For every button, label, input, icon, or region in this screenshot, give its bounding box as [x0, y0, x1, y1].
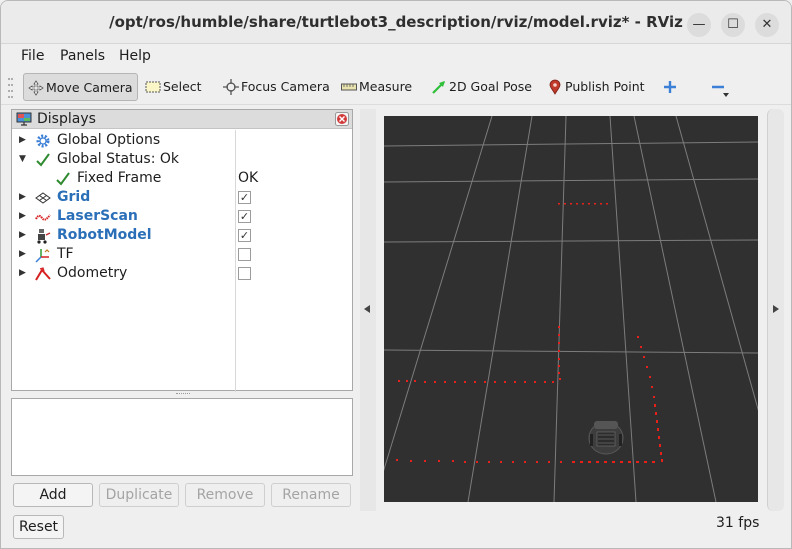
check-icon	[36, 153, 50, 167]
plus-icon	[664, 80, 676, 93]
displays-panel-title: Displays	[37, 111, 96, 127]
close-button[interactable]: ✕	[755, 13, 779, 37]
collapse-left-arrow-icon[interactable]	[364, 305, 370, 313]
odometry-icon	[35, 267, 51, 281]
select-icon	[145, 81, 161, 92]
remove-button[interactable]: Remove	[185, 483, 265, 507]
remove-tool-button[interactable]	[706, 73, 732, 101]
tree-item-label: Grid	[57, 189, 91, 205]
tool-label: Focus Camera	[241, 79, 330, 94]
add-button[interactable]: Add	[13, 483, 93, 507]
grid-enable-checkbox[interactable]: ✓	[238, 191, 251, 204]
left-dock-splitter[interactable]	[360, 109, 376, 511]
menu-panels[interactable]: Panels	[60, 48, 105, 64]
tree-item-label: LaserScan	[57, 208, 138, 224]
robotmodel-enable-checkbox[interactable]: ✓	[238, 229, 251, 242]
chevron-down-icon	[723, 93, 729, 97]
minimize-button[interactable]: —	[687, 13, 711, 37]
toolbar-grip-icon	[8, 78, 13, 98]
laser-segment-far	[558, 203, 608, 205]
robot-model-icon	[37, 229, 51, 244]
tree-item-laserscan[interactable]: ▶ LaserScan ✓	[12, 207, 352, 226]
tree-item-label: Global Options	[57, 132, 161, 148]
tool-select[interactable]: Select	[141, 73, 206, 101]
collapse-arrow-icon[interactable]: ▼	[19, 150, 29, 169]
add-tool-button[interactable]	[658, 73, 684, 101]
expand-arrow-icon[interactable]: ▶	[19, 188, 29, 207]
gear-icon	[36, 134, 50, 148]
focus-camera-icon	[223, 78, 239, 95]
goal-pose-icon	[432, 80, 445, 94]
laser-segment-inner-floor	[398, 380, 554, 383]
tool-move-camera[interactable]: Move Camera	[23, 73, 138, 101]
tree-item-label: Odometry	[57, 265, 128, 281]
tree-item-robotmodel[interactable]: ▶ RobotModel ✓	[12, 226, 352, 245]
tool-label: 2D Goal Pose	[449, 79, 532, 94]
tool-label: Select	[163, 79, 202, 94]
odometry-enable-checkbox[interactable]	[238, 267, 251, 280]
laser-segment-near-wall	[396, 459, 655, 463]
property-description-area	[11, 398, 353, 476]
laser-segment-right-wall	[637, 336, 663, 462]
right-dock-splitter[interactable]	[767, 109, 784, 511]
move-camera-icon	[28, 79, 44, 96]
expand-arrow-icon[interactable]: ▶	[19, 131, 29, 150]
fixed-frame-status-value: OK	[238, 170, 259, 186]
monitor-icon	[16, 112, 32, 126]
tree-item-odometry[interactable]: ▶ Odometry	[12, 264, 352, 283]
tool-focus-camera[interactable]: Focus Camera	[219, 73, 334, 101]
laser-scan-icon	[35, 214, 51, 221]
title-bar: /opt/ros/humble/share/turtlebot3_descrip…	[1, 1, 791, 44]
tool-label: Publish Point	[565, 79, 645, 94]
viewport-scene	[373, 115, 785, 503]
tool-bar: Move Camera Select Focus Camera Measure …	[1, 69, 791, 105]
close-panel-button[interactable]	[335, 112, 349, 126]
check-icon	[56, 172, 70, 186]
tree-item-label: RobotModel	[57, 227, 152, 243]
tree-item-label: Fixed Frame	[77, 170, 162, 186]
collapse-right-arrow-icon[interactable]	[773, 305, 779, 313]
expand-arrow-icon[interactable]: ▶	[19, 207, 29, 226]
tf-icon	[35, 249, 50, 263]
tool-publish-point[interactable]: Publish Point	[543, 73, 649, 101]
tree-item-global-status[interactable]: ▼ Global Status: Ok	[12, 150, 352, 169]
tree-item-global-options[interactable]: ▶ Global Options	[12, 131, 352, 150]
tool-label: Measure	[359, 79, 413, 94]
measure-icon	[341, 83, 357, 90]
grid-icon	[35, 192, 51, 204]
tree-item-fixed-frame[interactable]: Fixed Frame OK	[12, 169, 352, 188]
tool-2d-goal-pose[interactable]: 2D Goal Pose	[427, 73, 536, 101]
duplicate-button[interactable]: Duplicate	[99, 483, 179, 507]
reset-button[interactable]: Reset	[13, 515, 64, 539]
displays-tree: ▶ Global Options ▼ Global Status: Ok Fix…	[12, 130, 352, 390]
expand-arrow-icon[interactable]: ▶	[19, 226, 29, 245]
expand-arrow-icon[interactable]: ▶	[19, 245, 29, 264]
tool-measure[interactable]: Measure	[337, 73, 416, 101]
menu-file[interactable]: File	[21, 48, 44, 64]
fps-counter: 31 fps	[716, 515, 760, 531]
laserscan-enable-checkbox[interactable]: ✓	[238, 210, 251, 223]
tree-item-grid[interactable]: ▶ Grid ✓	[12, 188, 352, 207]
render-viewport[interactable]	[373, 115, 785, 503]
expand-arrow-icon[interactable]: ▶	[19, 264, 29, 283]
publish-point-icon	[549, 79, 561, 95]
tf-enable-checkbox[interactable]	[238, 248, 251, 261]
turtlebot-robot-model	[588, 421, 624, 455]
menu-bar: File Panels Help	[1, 45, 791, 68]
tree-item-label: TF	[57, 246, 74, 262]
rename-button[interactable]: Rename	[271, 483, 351, 507]
tree-item-tf[interactable]: ▶ TF	[12, 245, 352, 264]
tool-label: Move Camera	[46, 80, 133, 95]
grid-lines	[373, 115, 785, 503]
window-title: /opt/ros/humble/share/turtlebot3_descrip…	[109, 13, 683, 31]
rviz-window: /opt/ros/humble/share/turtlebot3_descrip…	[0, 0, 792, 549]
displays-panel: Displays ▶ Global Options ▼ Global Statu…	[11, 109, 353, 394]
menu-help[interactable]: Help	[119, 48, 151, 64]
displays-panel-header: Displays	[12, 110, 352, 129]
maximize-button[interactable]: ☐	[721, 13, 745, 37]
panel-resize-handle[interactable]	[176, 393, 190, 396]
tree-item-label: Global Status: Ok	[57, 151, 180, 167]
